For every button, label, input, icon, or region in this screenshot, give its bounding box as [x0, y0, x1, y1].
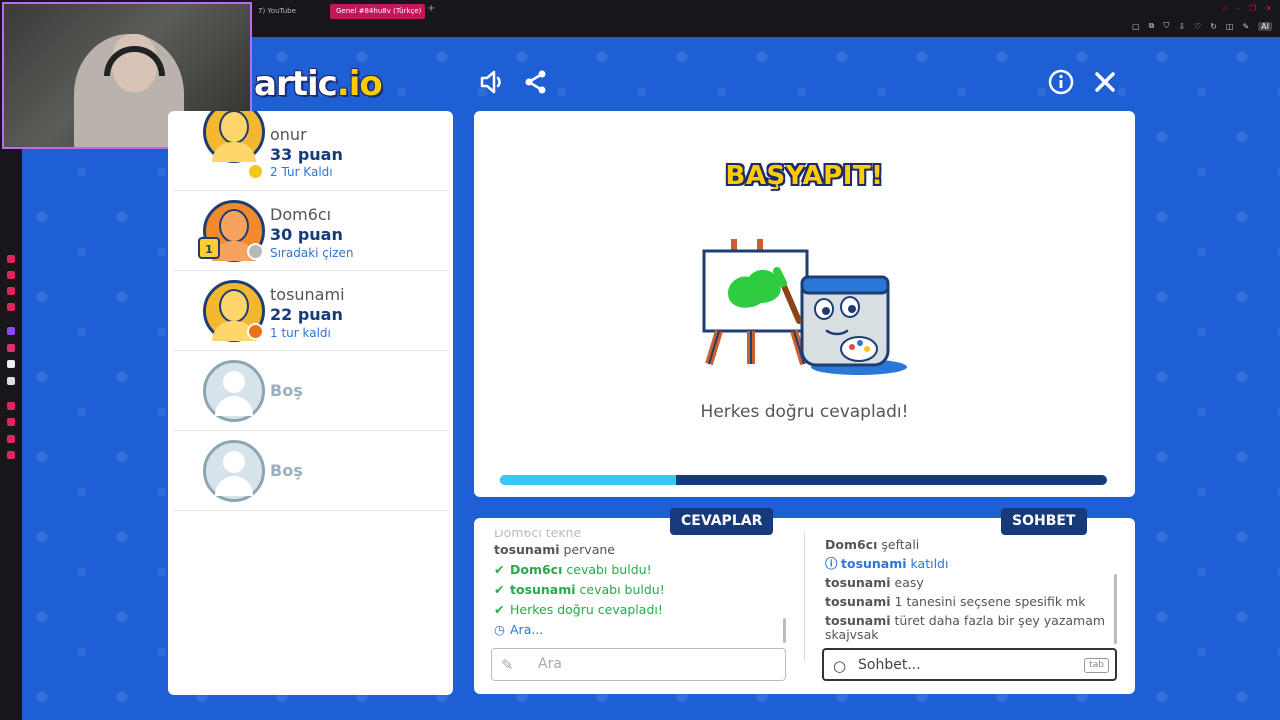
sidebar-app-icon[interactable] — [7, 287, 15, 295]
screenshot-icon[interactable]: ⧉ — [1149, 21, 1155, 31]
chat-input[interactable]: ○ Sohbet... tab — [822, 648, 1117, 681]
pencil-icon: ✎ — [501, 656, 514, 674]
answer-input[interactable]: ✎ Ara — [491, 648, 786, 681]
chat-header[interactable]: SOHBET — [1001, 508, 1087, 535]
share-icon[interactable] — [522, 68, 550, 96]
close-icon[interactable] — [1091, 68, 1119, 96]
sidebar-app-icon[interactable] — [7, 271, 15, 279]
minimize-icon[interactable]: – — [1236, 4, 1240, 14]
chat-scrollbar[interactable] — [1114, 574, 1117, 644]
player-score: 22 puan — [270, 305, 343, 324]
search-icon: ○ — [833, 657, 847, 675]
chat-row: tosunami 1 tanesini seçsene spesifik mk — [825, 594, 1086, 609]
player-name: tosunami — [270, 285, 345, 304]
chat-log: Dom6cı şeftali ⓘ tosunami katıldı tosunam… — [825, 538, 1110, 648]
player-status: Sıradaki çizen — [270, 246, 354, 260]
answer-row: tosunami pervane — [494, 542, 615, 557]
close-window-icon[interactable]: ✕ — [1265, 4, 1272, 14]
answer-row-faded: Dom6cı tekne — [494, 530, 582, 540]
window-controls: ⌕ – ❐ ✕ — [1223, 4, 1272, 14]
new-tab-button[interactable]: + — [427, 3, 435, 14]
player-row-empty: Boş — [174, 351, 447, 431]
ai-button[interactable]: AI — [1258, 21, 1272, 31]
tab-game[interactable]: Genel #84hu8v (Türkçe) — [330, 4, 425, 19]
maximize-icon[interactable]: ❐ — [1249, 4, 1256, 14]
shield-icon[interactable]: ⛉ — [1163, 21, 1169, 31]
download-icon[interactable]: ⇩ — [1178, 22, 1185, 31]
players-panel: onur 33 puan 2 Tur Kaldı 1 Dom6cı 30 pua… — [168, 111, 453, 695]
status-badge — [247, 323, 264, 340]
heart-icon[interactable]: ♡ — [1194, 22, 1201, 31]
edit-icon[interactable]: ✎ — [1242, 22, 1249, 31]
player-row: 1 Dom6cı 30 puan Sıradaki çizen — [174, 191, 447, 271]
check-icon: ✔ — [494, 582, 505, 597]
sidebar-app-icon[interactable] — [7, 303, 15, 311]
answer-row: ✔ Herkes doğru cevapladı! — [494, 600, 784, 620]
sidebar-app-icon[interactable] — [7, 402, 15, 410]
round-progress-bar — [500, 475, 1107, 485]
player-row: onur 33 puan 2 Tur Kaldı — [174, 111, 447, 191]
trophy-icon: 1 — [198, 237, 220, 259]
stage-title: BAŞYAPIT! — [725, 161, 884, 191]
answers-scrollbar[interactable] — [783, 618, 786, 643]
panel-divider — [804, 532, 805, 662]
chat-row: tosunami türet daha fazla bir şey yazama… — [825, 613, 1106, 642]
empty-avatar — [203, 360, 265, 422]
sidebar-app-icon[interactable] — [7, 435, 15, 443]
answer-row: ✔ tosunami cevabı buldu! — [494, 580, 784, 600]
answer-row: ✔ Dom6cı cevabı buldu! — [494, 560, 784, 580]
empty-avatar — [203, 440, 265, 502]
chat-row: tosunami easy — [825, 575, 924, 590]
empty-slot-label: Boş — [270, 381, 303, 400]
player-score: 30 puan — [270, 225, 343, 244]
player-name: onur — [270, 125, 307, 144]
refresh-icon[interactable]: ↻ — [1210, 22, 1217, 31]
player-name: Dom6cı — [270, 205, 332, 224]
sidebar-app-icon[interactable] — [7, 255, 15, 263]
status-badge — [247, 163, 264, 180]
drawing-stage: BAŞYAPIT! Herkes doğru cevapladı! — [474, 111, 1135, 497]
instagram-icon[interactable] — [7, 344, 15, 352]
settings-icon[interactable] — [7, 451, 15, 459]
player-row-empty: Boş — [174, 431, 447, 511]
game-logo: artic.io — [254, 64, 383, 104]
tiktok-icon[interactable] — [7, 360, 15, 368]
browser-toolbar: ▢ ⧉ ⛉ ⇩ ♡ ↻ ◫ ✎ AI — [1132, 21, 1272, 31]
masterpiece-illustration — [702, 239, 907, 375]
speaker-icon[interactable] — [478, 68, 506, 96]
player-status: 2 Tur Kaldı — [270, 165, 333, 179]
answer-row: ◷ Ara... — [494, 620, 784, 640]
bottom-panel: CEVAPLAR SOHBET Dom6cı tekne tosunami pe… — [474, 508, 1135, 694]
avatar — [203, 111, 265, 163]
camera-icon[interactable]: ▢ — [1132, 22, 1140, 31]
search-icon[interactable]: ⌕ — [1223, 4, 1227, 14]
check-icon: ✔ — [494, 562, 505, 577]
empty-slot-label: Boş — [270, 461, 303, 480]
check-icon: ✔ — [494, 602, 505, 617]
twitch-icon[interactable] — [7, 327, 15, 335]
chat-row: ⓘ tosunami katıldı — [825, 556, 949, 571]
round-progress-fill — [500, 475, 677, 485]
x-icon[interactable] — [7, 377, 15, 385]
player-status: 1 tur kaldı — [270, 326, 331, 340]
player-row: tosunami 22 puan 1 tur kaldı — [174, 271, 447, 351]
answers-log: Dom6cı tekne tosunami pervane ✔ Dom6cı ce… — [494, 530, 784, 645]
chat-row: Dom6cı şeftali — [825, 538, 920, 552]
clock-icon: ◷ — [494, 622, 505, 637]
tab-hint-badge: tab — [1084, 658, 1109, 673]
sidebar-app-icon[interactable] — [7, 418, 15, 426]
tab-youtube[interactable]: 7) YouTube — [252, 4, 302, 19]
info-circle-icon: ⓘ — [825, 556, 838, 571]
info-icon[interactable] — [1047, 68, 1075, 96]
stage-message: Herkes doğru cevapladı! — [700, 402, 909, 422]
player-score: 33 puan — [270, 145, 343, 164]
cube-icon[interactable]: ◫ — [1226, 22, 1234, 31]
status-badge — [247, 243, 264, 260]
